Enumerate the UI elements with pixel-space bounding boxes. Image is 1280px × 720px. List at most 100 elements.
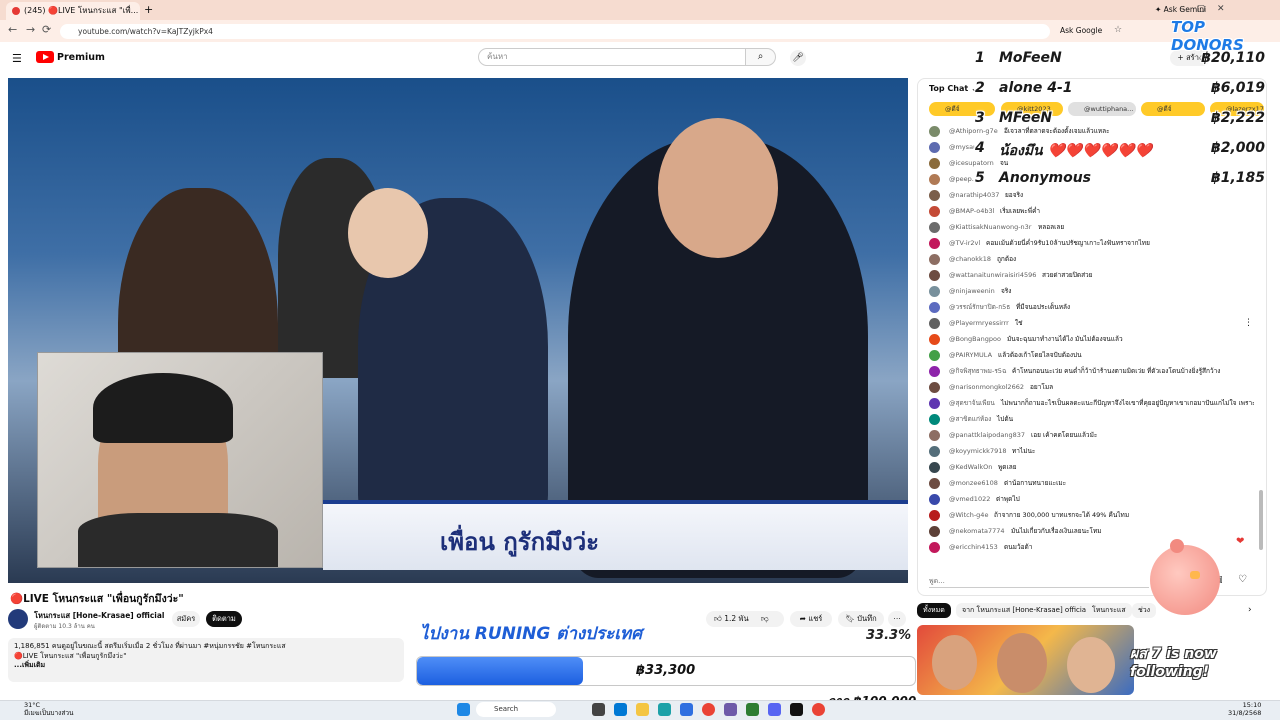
- taskbar-search[interactable]: Search: [476, 702, 556, 717]
- file-explorer-icon[interactable]: [636, 703, 649, 716]
- chat-author[interactable]: @สาขิตแก่ห้อง: [949, 413, 991, 426]
- chat-author[interactable]: @PAIRYMULA: [949, 349, 992, 362]
- chat-author[interactable]: @narathip4037: [949, 189, 999, 202]
- chat-author[interactable]: @koyymickk7918: [949, 445, 1006, 458]
- video-description[interactable]: 1,186,851 คนดูอยู่ในขณะนี้ สตรีมเริ่มเมื…: [8, 638, 404, 682]
- menu-icon[interactable]: ☰: [12, 52, 22, 65]
- chat-author[interactable]: @ninjaweenin: [949, 285, 995, 298]
- more-actions-icon[interactable]: ⋯: [888, 611, 906, 627]
- system-clock[interactable]: 15:10 31/8/2568: [1228, 701, 1261, 717]
- recommended-video-thumbnail[interactable]: [917, 625, 1134, 695]
- forward-icon[interactable]: →: [26, 23, 35, 36]
- chat-message[interactable]: @chanokk18 ถูกต้อง: [929, 253, 1254, 266]
- ask-gemini-button[interactable]: ✦ Ask Gemini: [1155, 5, 1206, 14]
- chat-author[interactable]: @ericchin4153: [949, 541, 998, 554]
- discord-icon[interactable]: [768, 703, 781, 716]
- chat-avatar: [929, 510, 940, 521]
- chat-message[interactable]: @สาขิตแก่ห้อง ไปต้น: [929, 413, 1254, 426]
- obs-icon[interactable]: [790, 703, 803, 716]
- chat-message[interactable]: @wattanaitunwiraisiri4596 สวยด่าสวยปิดส่ว…: [929, 269, 1254, 282]
- chat-author[interactable]: @KedWalkOn: [949, 461, 992, 474]
- chat-message[interactable]: @monzee6108 ต่าน้อกานทนายแะเมะ: [929, 477, 1254, 490]
- chat-author[interactable]: @nekomata7774: [949, 525, 1005, 538]
- search-button[interactable]: ⌕: [746, 48, 776, 66]
- store-icon[interactable]: [680, 703, 693, 716]
- reload-icon[interactable]: ⟳: [42, 23, 51, 36]
- chat-author[interactable]: @wattanaitunwiraisiri4596: [949, 269, 1036, 282]
- share-button[interactable]: ➦ แชร์: [790, 611, 832, 627]
- chat-message[interactable]: @koyymickk7918 ทาไม่นะ: [929, 445, 1254, 458]
- bookmark-icon[interactable]: ☆: [1114, 25, 1122, 35]
- chat-message[interactable]: @narathip4037 ยอจริง: [929, 189, 1254, 202]
- description-more-link[interactable]: ...เพิ่มเติม: [14, 661, 398, 671]
- dislike-icon[interactable]: 👎︎: [761, 614, 769, 623]
- chat-message[interactable]: @KiattisakNuanwong-n3r หลอลเลย: [929, 221, 1254, 234]
- chat-author[interactable]: @chanokk18: [949, 253, 991, 266]
- save-button[interactable]: 🔖︎ บันทึก: [838, 611, 884, 627]
- youtube-logo-icon[interactable]: [36, 51, 54, 63]
- chat-message[interactable]: @สุดขาจ้นเพียน ไม่พนากก็ถามอะไรเป็นผลดะแน…: [929, 397, 1254, 410]
- chat-author[interactable]: @Playermryessirrr: [949, 317, 1009, 330]
- chat-author[interactable]: @peep...: [949, 173, 978, 186]
- chat-author[interactable]: @BongBangpoo: [949, 333, 1001, 346]
- chat-message[interactable]: @vmed1022 ต่าพุดไป: [929, 493, 1254, 506]
- new-tab-icon[interactable]: +: [144, 3, 153, 16]
- edge-icon[interactable]: [658, 703, 671, 716]
- url-field[interactable]: youtube.com/watch?v=KaJTZyjkPx4: [60, 24, 1050, 39]
- chat-author[interactable]: @panattklaipodang837: [949, 429, 1025, 442]
- heart-icon[interactable]: ♡: [1238, 574, 1247, 585]
- chat-message[interactable]: @BongBangpoo มันจะฉุนมาทำงานได้ไง มันไม่ต…: [929, 333, 1254, 346]
- chat-message[interactable]: @Playermryessirrr ใช่: [929, 317, 1254, 330]
- chat-author[interactable]: @กิจพิสุทธาพม-ร5ฉ: [949, 365, 1006, 378]
- subscribe-button[interactable]: ติดตาม: [206, 611, 242, 627]
- chat-avatar: [929, 174, 940, 185]
- chrome-icon[interactable]: [702, 703, 715, 716]
- chat-scrollbar[interactable]: [1259, 490, 1263, 550]
- chat-mode-select[interactable]: Top Chat ⌄: [929, 84, 978, 93]
- chat-message[interactable]: @วรรณ์รักษาปิต-ก5ธ ที่มีจนอประเด็นหลัง: [929, 301, 1254, 314]
- like-icon[interactable]: 👍︎: [714, 614, 722, 623]
- chat-message[interactable]: @ninjaweenin จริง: [929, 285, 1254, 298]
- recommendation-chip[interactable]: ทั้งหมด: [917, 603, 951, 618]
- back-icon[interactable]: ←: [8, 23, 17, 36]
- ask-google-button[interactable]: Ask Google: [1060, 26, 1102, 35]
- chat-author[interactable]: @KiattisakNuanwong-n3r: [949, 221, 1032, 234]
- chat-author[interactable]: @monzee6108: [949, 477, 998, 490]
- channel-avatar[interactable]: [8, 609, 28, 629]
- chat-message[interactable]: @KedWalkOn พูดเลย: [929, 461, 1254, 474]
- chat-author[interactable]: @BMAP-o4b3l: [949, 205, 994, 218]
- chat-message[interactable]: @narisonmongkol2662 อยาโมล: [929, 381, 1254, 394]
- chat-message[interactable]: @panattklaipodang837 เอย เค้าคดโดยนแล้วมั…: [929, 429, 1254, 442]
- recommendation-chip[interactable]: โหนกระแส: [1086, 603, 1132, 618]
- task-view-icon[interactable]: [592, 703, 605, 716]
- chat-author[interactable]: @Witch-g4e: [949, 509, 988, 522]
- join-button[interactable]: สมัคร: [172, 611, 200, 627]
- chat-author[interactable]: @vmed1022: [949, 493, 990, 506]
- chevron-right-icon[interactable]: ›: [1248, 605, 1252, 615]
- message-menu-icon[interactable]: ⋮: [1244, 318, 1253, 328]
- app-icon[interactable]: [724, 703, 737, 716]
- chat-message[interactable]: @BMAP-o4b3l เริ่มเลยพะพี่ค่ำ: [929, 205, 1254, 218]
- chat-message[interactable]: @TV-ir2vl คอมเม้นด้วยนี่ค่ำ9รับ10ล้านปรัช…: [929, 237, 1254, 250]
- chat-avatar: [929, 350, 940, 361]
- weather-widget[interactable]: 31°C มีเมฆเป็นบางส่วน: [24, 701, 73, 717]
- like-dislike-group[interactable]: 👍︎ 1.2 พัน 👎︎: [706, 611, 784, 627]
- recommendation-chip[interactable]: จาก โหนกระแส [Hone-Krasae] official: [956, 603, 1095, 618]
- chat-author[interactable]: @สุดขาจ้นเพียน: [949, 397, 995, 410]
- copilot-icon[interactable]: [614, 703, 627, 716]
- search-input[interactable]: ค้นหา: [478, 48, 746, 66]
- recommendation-chip[interactable]: ช่วง: [1132, 603, 1157, 618]
- app-icon[interactable]: [746, 703, 759, 716]
- chat-author[interactable]: @narisonmongkol2662: [949, 381, 1024, 394]
- mic-icon[interactable]: 🎤︎: [790, 50, 806, 66]
- chat-message[interactable]: @Witch-g4e ถ้าจากาย 300,000 บาทแรกจะได้ 4…: [929, 509, 1254, 522]
- chat-message[interactable]: @PAIRYMULA แล้วต้องเก้าโดยไลจปับต้องบ่น: [929, 349, 1254, 362]
- chat-input[interactable]: พูด...: [929, 574, 1149, 588]
- windows-start-icon[interactable]: [457, 703, 470, 716]
- browser-tab[interactable]: (245) 🔴LIVE โหนกระแส "เพื่...: [6, 2, 140, 20]
- chrome-icon[interactable]: [812, 703, 825, 716]
- chat-message[interactable]: @nekomata7774 มันไม่เกี่ยวกับเรื่องเงินเล…: [929, 525, 1254, 538]
- chat-message[interactable]: @กิจพิสุทธาพม-ร5ฉ ค้าโหนกอนนะเว่ย คนต่ำก็…: [929, 365, 1254, 378]
- chat-author[interactable]: @TV-ir2vl: [949, 237, 980, 250]
- chat-author[interactable]: @วรรณ์รักษาปิต-ก5ธ: [949, 301, 1010, 314]
